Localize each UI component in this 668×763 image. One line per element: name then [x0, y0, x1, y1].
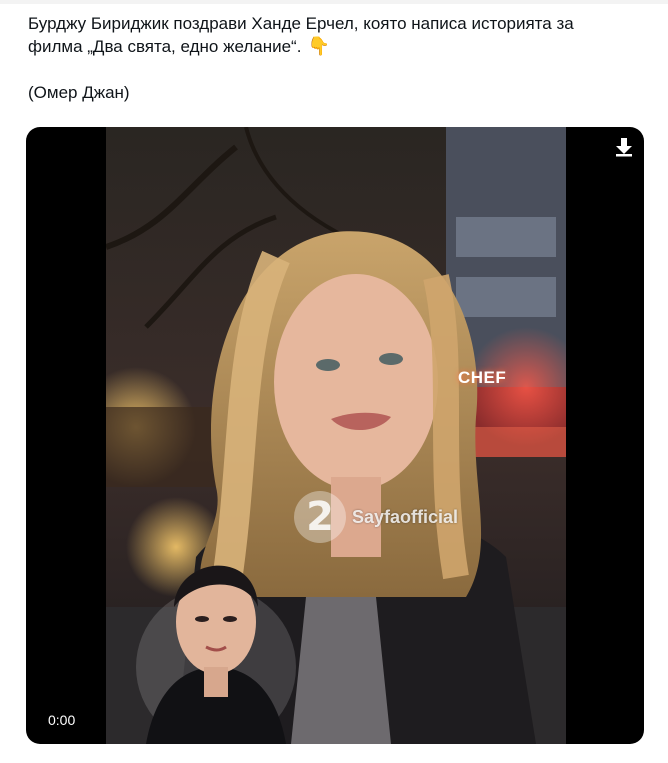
video-frame: CHEF 2 Sayfaofficial	[106, 127, 566, 744]
pointing-down-emoji: 👇	[307, 36, 330, 56]
download-icon	[616, 138, 632, 157]
post-text-line-2: филма „Два свята, едно желание“.	[28, 37, 302, 56]
watermark: 2 Sayfaofficial	[294, 491, 458, 543]
watermark-logo: 2	[294, 491, 346, 543]
video-still	[106, 127, 566, 744]
download-button[interactable]	[614, 137, 634, 157]
video-timestamp: 0:00	[48, 712, 76, 728]
background-sign: CHEF	[458, 368, 507, 387]
post-text-line-1: Бурджу Бириджик поздрави Ханде Ерчел, ко…	[28, 14, 574, 33]
video-player[interactable]: CHEF 2 Sayfaofficial 0:00	[26, 127, 644, 744]
top-divider	[0, 0, 668, 4]
post-byline: (Омер Джан)	[28, 83, 130, 102]
post-text: Бурджу Бириджик поздрави Ханде Ерчел, ко…	[28, 12, 638, 104]
watermark-text: Sayfaofficial	[352, 506, 459, 527]
